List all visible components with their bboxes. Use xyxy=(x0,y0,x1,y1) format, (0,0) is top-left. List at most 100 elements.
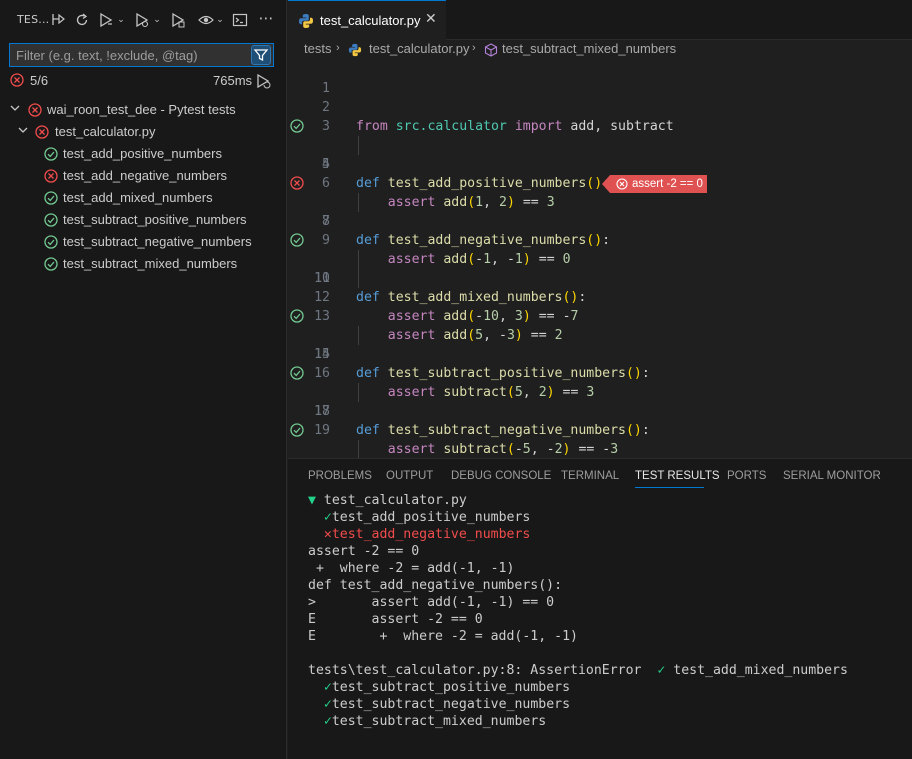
code-line: 10 def test_add_mixed_numbers(): xyxy=(288,231,912,305)
indent-guide xyxy=(358,326,359,345)
chevron-down-icon[interactable] xyxy=(9,102,23,118)
error-badge-text: assert -2 == 0 xyxy=(632,178,703,190)
run-dropdown-chevron-icon[interactable]: ⌄ xyxy=(116,10,126,30)
code-line: 12 assert add(5, -3) == 2 xyxy=(288,269,912,343)
output-line: def test_add_negative_numbers(): xyxy=(308,578,563,593)
chevron-right-icon: › xyxy=(472,42,476,54)
code-line: 2 from src.calculator import add, subtra… xyxy=(288,79,912,134)
tab-test-calculator[interactable]: test_calculator.py ✕ xyxy=(288,0,446,40)
tree-item-test[interactable]: test_subtract_mixed_numbers xyxy=(0,253,286,275)
indent-guide xyxy=(358,136,359,155)
passed-icon xyxy=(44,213,58,230)
tab-ports[interactable]: PORTS xyxy=(727,470,766,482)
tree-item-test[interactable]: test_add_negative_numbers xyxy=(0,165,286,187)
test-duration: 765ms xyxy=(213,73,253,88)
breadcrumb-item-file[interactable]: test_calculator.py xyxy=(369,41,469,56)
chevron-down-icon[interactable] xyxy=(17,124,31,140)
tab-output[interactable]: OUTPUT xyxy=(386,470,433,482)
code-line: 15 assert subtract(5, 2) == 3 xyxy=(288,326,912,400)
code-line: 16 xyxy=(288,345,912,381)
tree-item-label: test_subtract_negative_numbers xyxy=(63,234,252,249)
code-line: 14 def test_subtract_positive_numbers(): xyxy=(288,307,912,381)
output-line: ✓test_add_positive_numbers xyxy=(308,509,530,526)
output-text: test_subtract_negative_numbers xyxy=(331,697,571,712)
code-line: 17 def test_subtract_negative_numbers(): xyxy=(288,364,912,438)
cross-icon: ✕ xyxy=(323,527,332,542)
output-text: test_add_negative_numbers xyxy=(331,527,531,542)
check-icon: ✓ xyxy=(323,680,332,695)
tab-problems[interactable]: PROBLEMS xyxy=(308,470,372,482)
output-line: E assert -2 == 0 xyxy=(308,612,483,627)
inline-error-badge[interactable]: assert -2 == 0 xyxy=(602,175,707,193)
test-summary: 5/6 765ms xyxy=(0,70,286,92)
refresh-tests-icon[interactable] xyxy=(48,10,68,30)
output-line: ✓test_subtract_positive_numbers xyxy=(308,679,570,696)
code-line: 4 def test_add_positive_numbers(): xyxy=(288,117,912,191)
test-filter-input[interactable] xyxy=(10,44,246,66)
tree-item-label: test_subtract_positive_numbers xyxy=(63,212,247,227)
tree-item-test[interactable]: test_add_mixed_numbers xyxy=(0,187,286,209)
rerun-icon[interactable] xyxy=(255,73,271,93)
method-icon xyxy=(484,41,498,58)
close-icon[interactable]: ✕ xyxy=(425,11,437,27)
tab-serial-monitor[interactable]: SERIAL MONITOR xyxy=(783,470,881,482)
run-all-tests-icon[interactable] xyxy=(96,10,116,30)
tree-item-label: test_calculator.py xyxy=(55,124,156,139)
tree-item-label: test_subtract_mixed_numbers xyxy=(63,256,238,271)
output-text: test_add_positive_numbers xyxy=(331,510,531,525)
code-line: 7 def test_add_negative_numbers(): xyxy=(288,174,912,248)
code-line: 3 xyxy=(288,98,912,134)
filter-icon[interactable] xyxy=(251,45,271,65)
output-line: tests\test_calculator.py:8: AssertionErr… xyxy=(308,662,848,679)
output-line: ✕test_add_negative_numbers xyxy=(308,526,530,543)
test-result-count: 5/6 xyxy=(30,73,49,88)
run-with-coverage-icon[interactable] xyxy=(168,10,188,30)
output-line: + where -2 = add(-1, -1) xyxy=(308,561,515,576)
passed-icon xyxy=(44,235,58,252)
indent-guide xyxy=(358,250,359,269)
check-icon: ✓ xyxy=(657,663,666,678)
tree-item-test-file[interactable]: test_calculator.py xyxy=(0,121,286,143)
output-line: ▼ test_calculator.py xyxy=(308,492,467,509)
tab-debug-console[interactable]: DEBUG CONSOLE xyxy=(451,470,551,482)
eye-icon[interactable] xyxy=(196,10,216,30)
tree-item-label: test_add_positive_numbers xyxy=(63,146,222,161)
more-actions-icon[interactable]: ⋯ xyxy=(256,8,276,28)
tree-item-test[interactable]: test_add_positive_numbers xyxy=(0,143,286,165)
expanded-triangle-icon: ▼ xyxy=(308,493,316,508)
test-explorer-sidebar: TES... ⌄ ⌄ ⌄ ⋯ Filter (e.g. text, !exclu… xyxy=(0,0,287,759)
failed-icon xyxy=(35,125,49,142)
active-tab-indicator xyxy=(635,487,704,488)
terminal-icon[interactable] xyxy=(230,10,250,30)
code-editor[interactable]: 1 2 from src.calculator import add, subt… xyxy=(288,60,912,458)
code-line: 13 xyxy=(288,288,912,324)
code-line: 11 assert add(-10, 3) == -7 xyxy=(288,250,912,324)
code-line: 21 assert subtract(-5, 2) == -7 xyxy=(288,440,912,458)
output-text: test_add_mixed_numbers xyxy=(673,663,848,678)
indent-guide xyxy=(358,383,359,402)
check-icon: ✓ xyxy=(323,510,332,525)
failed-icon xyxy=(44,169,58,186)
output-line: E + where -2 = add(-1, -1) xyxy=(308,629,578,644)
tree-item-test[interactable]: test_subtract_positive_numbers xyxy=(0,209,286,231)
breadcrumb-item-symbol[interactable]: test_subtract_mixed_numbers xyxy=(502,41,676,56)
sidebar-title: TES... xyxy=(17,13,50,26)
code-line: 20 def test_subtract_mixed_numbers(): xyxy=(288,421,912,440)
debug-all-tests-icon[interactable] xyxy=(132,10,152,30)
tree-item-test[interactable]: test_subtract_negative_numbers xyxy=(0,231,286,253)
indent-guide xyxy=(358,440,359,458)
code-line: 6 xyxy=(288,155,912,191)
output-line: ✓test_subtract_mixed_numbers xyxy=(308,713,546,730)
tree-item-label: test_add_negative_numbers xyxy=(63,168,228,183)
view-dropdown-chevron-icon[interactable]: ⌄ xyxy=(215,10,225,30)
indent-guide xyxy=(358,193,359,212)
refresh-icon[interactable] xyxy=(72,10,92,30)
tab-test-results[interactable]: TEST RESULTS xyxy=(635,470,720,482)
python-file-icon xyxy=(298,13,314,33)
output-line: > assert add(-1, -1) == 0 xyxy=(308,595,555,610)
debug-dropdown-chevron-icon[interactable]: ⌄ xyxy=(152,10,162,30)
tree-item-workspace[interactable]: wai_roon_test_dee - Pytest tests xyxy=(0,99,286,121)
tab-terminal[interactable]: TERMINAL xyxy=(561,470,619,482)
breadcrumb-item-folder[interactable]: tests xyxy=(304,41,331,56)
failed-icon xyxy=(10,73,24,91)
